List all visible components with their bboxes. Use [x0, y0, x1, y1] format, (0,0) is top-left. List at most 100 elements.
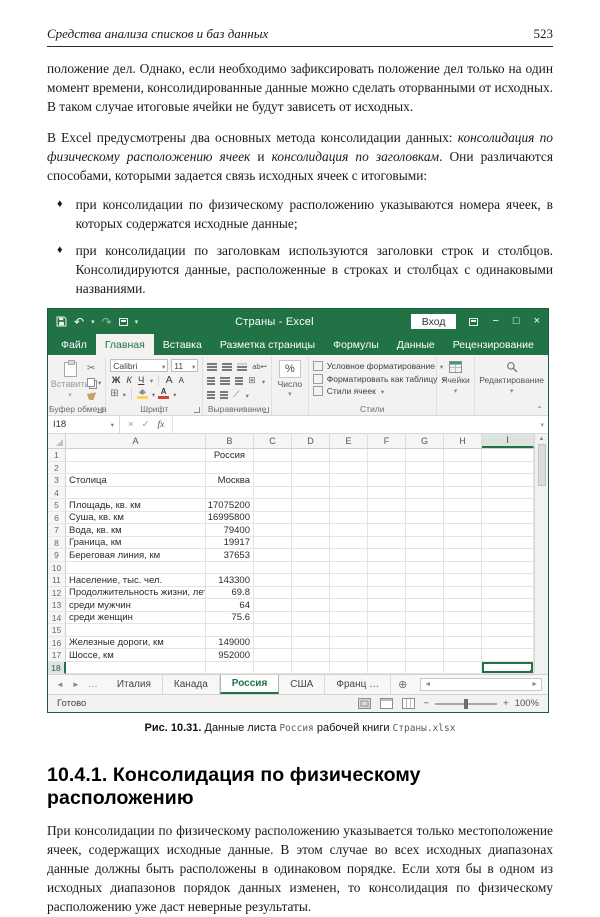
cell[interactable]: [368, 611, 406, 625]
underline-button[interactable]: Ч: [136, 375, 145, 386]
cell[interactable]: [444, 561, 482, 575]
font-color-icon[interactable]: А: [158, 388, 170, 400]
column-header[interactable]: G: [406, 434, 444, 449]
cell[interactable]: [330, 661, 368, 675]
cell-i[interactable]: [482, 536, 534, 550]
cell[interactable]: [368, 486, 406, 500]
page-layout-view-icon[interactable]: [379, 698, 393, 710]
cell[interactable]: [444, 499, 482, 512]
column-header[interactable]: C: [254, 434, 292, 449]
cell[interactable]: [368, 649, 406, 662]
percent-style-button[interactable]: %: [278, 360, 301, 379]
cell[interactable]: [330, 636, 368, 650]
cell-i[interactable]: [482, 511, 534, 525]
cell[interactable]: [330, 536, 368, 550]
styles-menu-item[interactable]: Условное форматирование: [312, 361, 435, 372]
cell[interactable]: [406, 524, 444, 537]
sheet-tab[interactable]: Италия: [106, 675, 163, 695]
merge-center-icon[interactable]: ⊞: [248, 375, 256, 386]
row-header[interactable]: 7: [48, 524, 66, 537]
cell[interactable]: [368, 474, 406, 487]
cell[interactable]: [292, 549, 330, 562]
next-sheet-icon[interactable]: ►: [72, 680, 80, 689]
cell-b[interactable]: 75.6: [206, 611, 254, 625]
cell[interactable]: [292, 611, 330, 625]
row-header[interactable]: 8: [48, 536, 66, 550]
scroll-left-icon[interactable]: ◄: [424, 681, 431, 688]
cell-i[interactable]: [482, 474, 534, 487]
cell[interactable]: [292, 461, 330, 475]
cell[interactable]: [368, 624, 406, 637]
cell[interactable]: [368, 599, 406, 612]
cell[interactable]: [444, 536, 482, 550]
cell[interactable]: [330, 524, 368, 537]
cell-i[interactable]: [482, 624, 534, 637]
cell-a[interactable]: среди мужчин: [66, 599, 206, 612]
cell[interactable]: [330, 586, 368, 600]
align-right-icon[interactable]: [235, 376, 244, 379]
cell[interactable]: [254, 461, 292, 475]
cell[interactable]: [330, 499, 368, 512]
cell[interactable]: [406, 599, 444, 612]
column-header[interactable]: H: [444, 434, 482, 449]
cell[interactable]: [406, 649, 444, 662]
orientation-icon[interactable]: ⟋: [233, 389, 239, 400]
cell-b[interactable]: Москва: [206, 474, 254, 487]
cell[interactable]: [368, 574, 406, 587]
row-header[interactable]: 13: [48, 599, 66, 612]
row-header[interactable]: 15: [48, 624, 66, 637]
cell-i[interactable]: [482, 586, 534, 600]
cell[interactable]: [254, 511, 292, 525]
cell-a[interactable]: Суша, кв. км: [66, 511, 206, 525]
sheet-tab[interactable]: Россия: [219, 675, 280, 695]
cell-i[interactable]: [482, 599, 534, 612]
cell[interactable]: [330, 611, 368, 625]
cell[interactable]: [330, 449, 368, 462]
cell-b[interactable]: 64: [206, 599, 254, 612]
cell[interactable]: [254, 599, 292, 612]
cell[interactable]: [368, 511, 406, 525]
align-top-icon[interactable]: [207, 362, 218, 365]
vertical-scroll-thumb[interactable]: [537, 444, 546, 487]
cell[interactable]: [330, 461, 368, 475]
clipboard-dialog-launcher-icon[interactable]: [97, 407, 104, 414]
format-painter-icon[interactable]: [87, 392, 96, 401]
row-header[interactable]: 9: [48, 549, 66, 562]
cells-group[interactable]: Ячейки ▾: [437, 357, 476, 416]
cell-a[interactable]: Население, тыс. чел.: [66, 574, 206, 587]
horizontal-scrollbar[interactable]: ◄ ►: [420, 678, 542, 692]
row-header[interactable]: 3: [48, 474, 66, 487]
cell[interactable]: [444, 511, 482, 525]
sheet-tab[interactable]: США: [279, 675, 326, 695]
cell[interactable]: [292, 474, 330, 487]
cell-a[interactable]: [66, 486, 206, 500]
cell[interactable]: [254, 661, 292, 675]
cell[interactable]: [368, 636, 406, 650]
cell[interactable]: [368, 561, 406, 575]
font-size-select[interactable]: 11: [171, 359, 199, 373]
cell[interactable]: [254, 611, 292, 625]
row-header[interactable]: 14: [48, 611, 66, 625]
zoom-slider-thumb[interactable]: [463, 698, 468, 709]
cell[interactable]: [406, 461, 444, 475]
decrease-indent-icon[interactable]: [207, 390, 216, 393]
bold-button[interactable]: Ж: [110, 375, 122, 386]
cell-b[interactable]: [206, 661, 254, 675]
normal-view-icon[interactable]: [357, 698, 371, 710]
cell-i[interactable]: [482, 524, 534, 537]
cell[interactable]: [330, 561, 368, 575]
row-header[interactable]: 17: [48, 649, 66, 662]
cell[interactable]: [292, 486, 330, 500]
cell[interactable]: [254, 574, 292, 587]
ribbon-tab[interactable]: Вид: [543, 334, 580, 355]
zoom-out-icon[interactable]: −: [424, 698, 430, 709]
cell-b[interactable]: 16995800: [206, 511, 254, 525]
cell-a[interactable]: Граница, км: [66, 536, 206, 550]
ribbon-tab[interactable]: Справка: [580, 334, 600, 355]
cell-i[interactable]: [482, 499, 534, 512]
cell-i[interactable]: [482, 661, 534, 675]
cell[interactable]: [444, 549, 482, 562]
align-middle-icon[interactable]: [222, 362, 233, 365]
cell[interactable]: [406, 499, 444, 512]
cell[interactable]: [406, 511, 444, 525]
